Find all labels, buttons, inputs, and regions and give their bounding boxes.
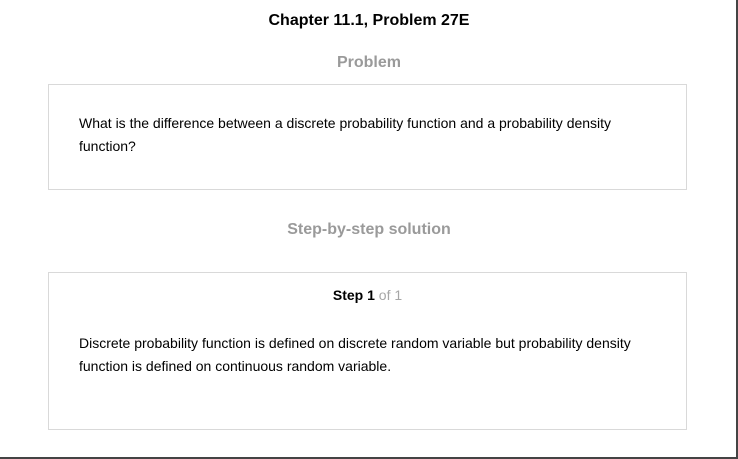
solution-heading: Step-by-step solution [287,221,451,238]
step-total: of 1 [378,287,403,303]
solution-text: Discrete probability function is defined… [79,335,631,374]
step-number: 1 [367,287,375,303]
problem-card: What is the difference between a discret… [48,84,687,190]
step-word: Step [332,287,364,303]
problem-heading: Problem [336,54,401,71]
problem-text: What is the difference between a discret… [79,115,612,154]
step-label: Step 1 of 1 [49,287,686,303]
page-title: Chapter 11.1, Problem 27E [268,12,470,29]
solution-card: Step 1 of 1 Discrete probability functio… [48,272,687,430]
